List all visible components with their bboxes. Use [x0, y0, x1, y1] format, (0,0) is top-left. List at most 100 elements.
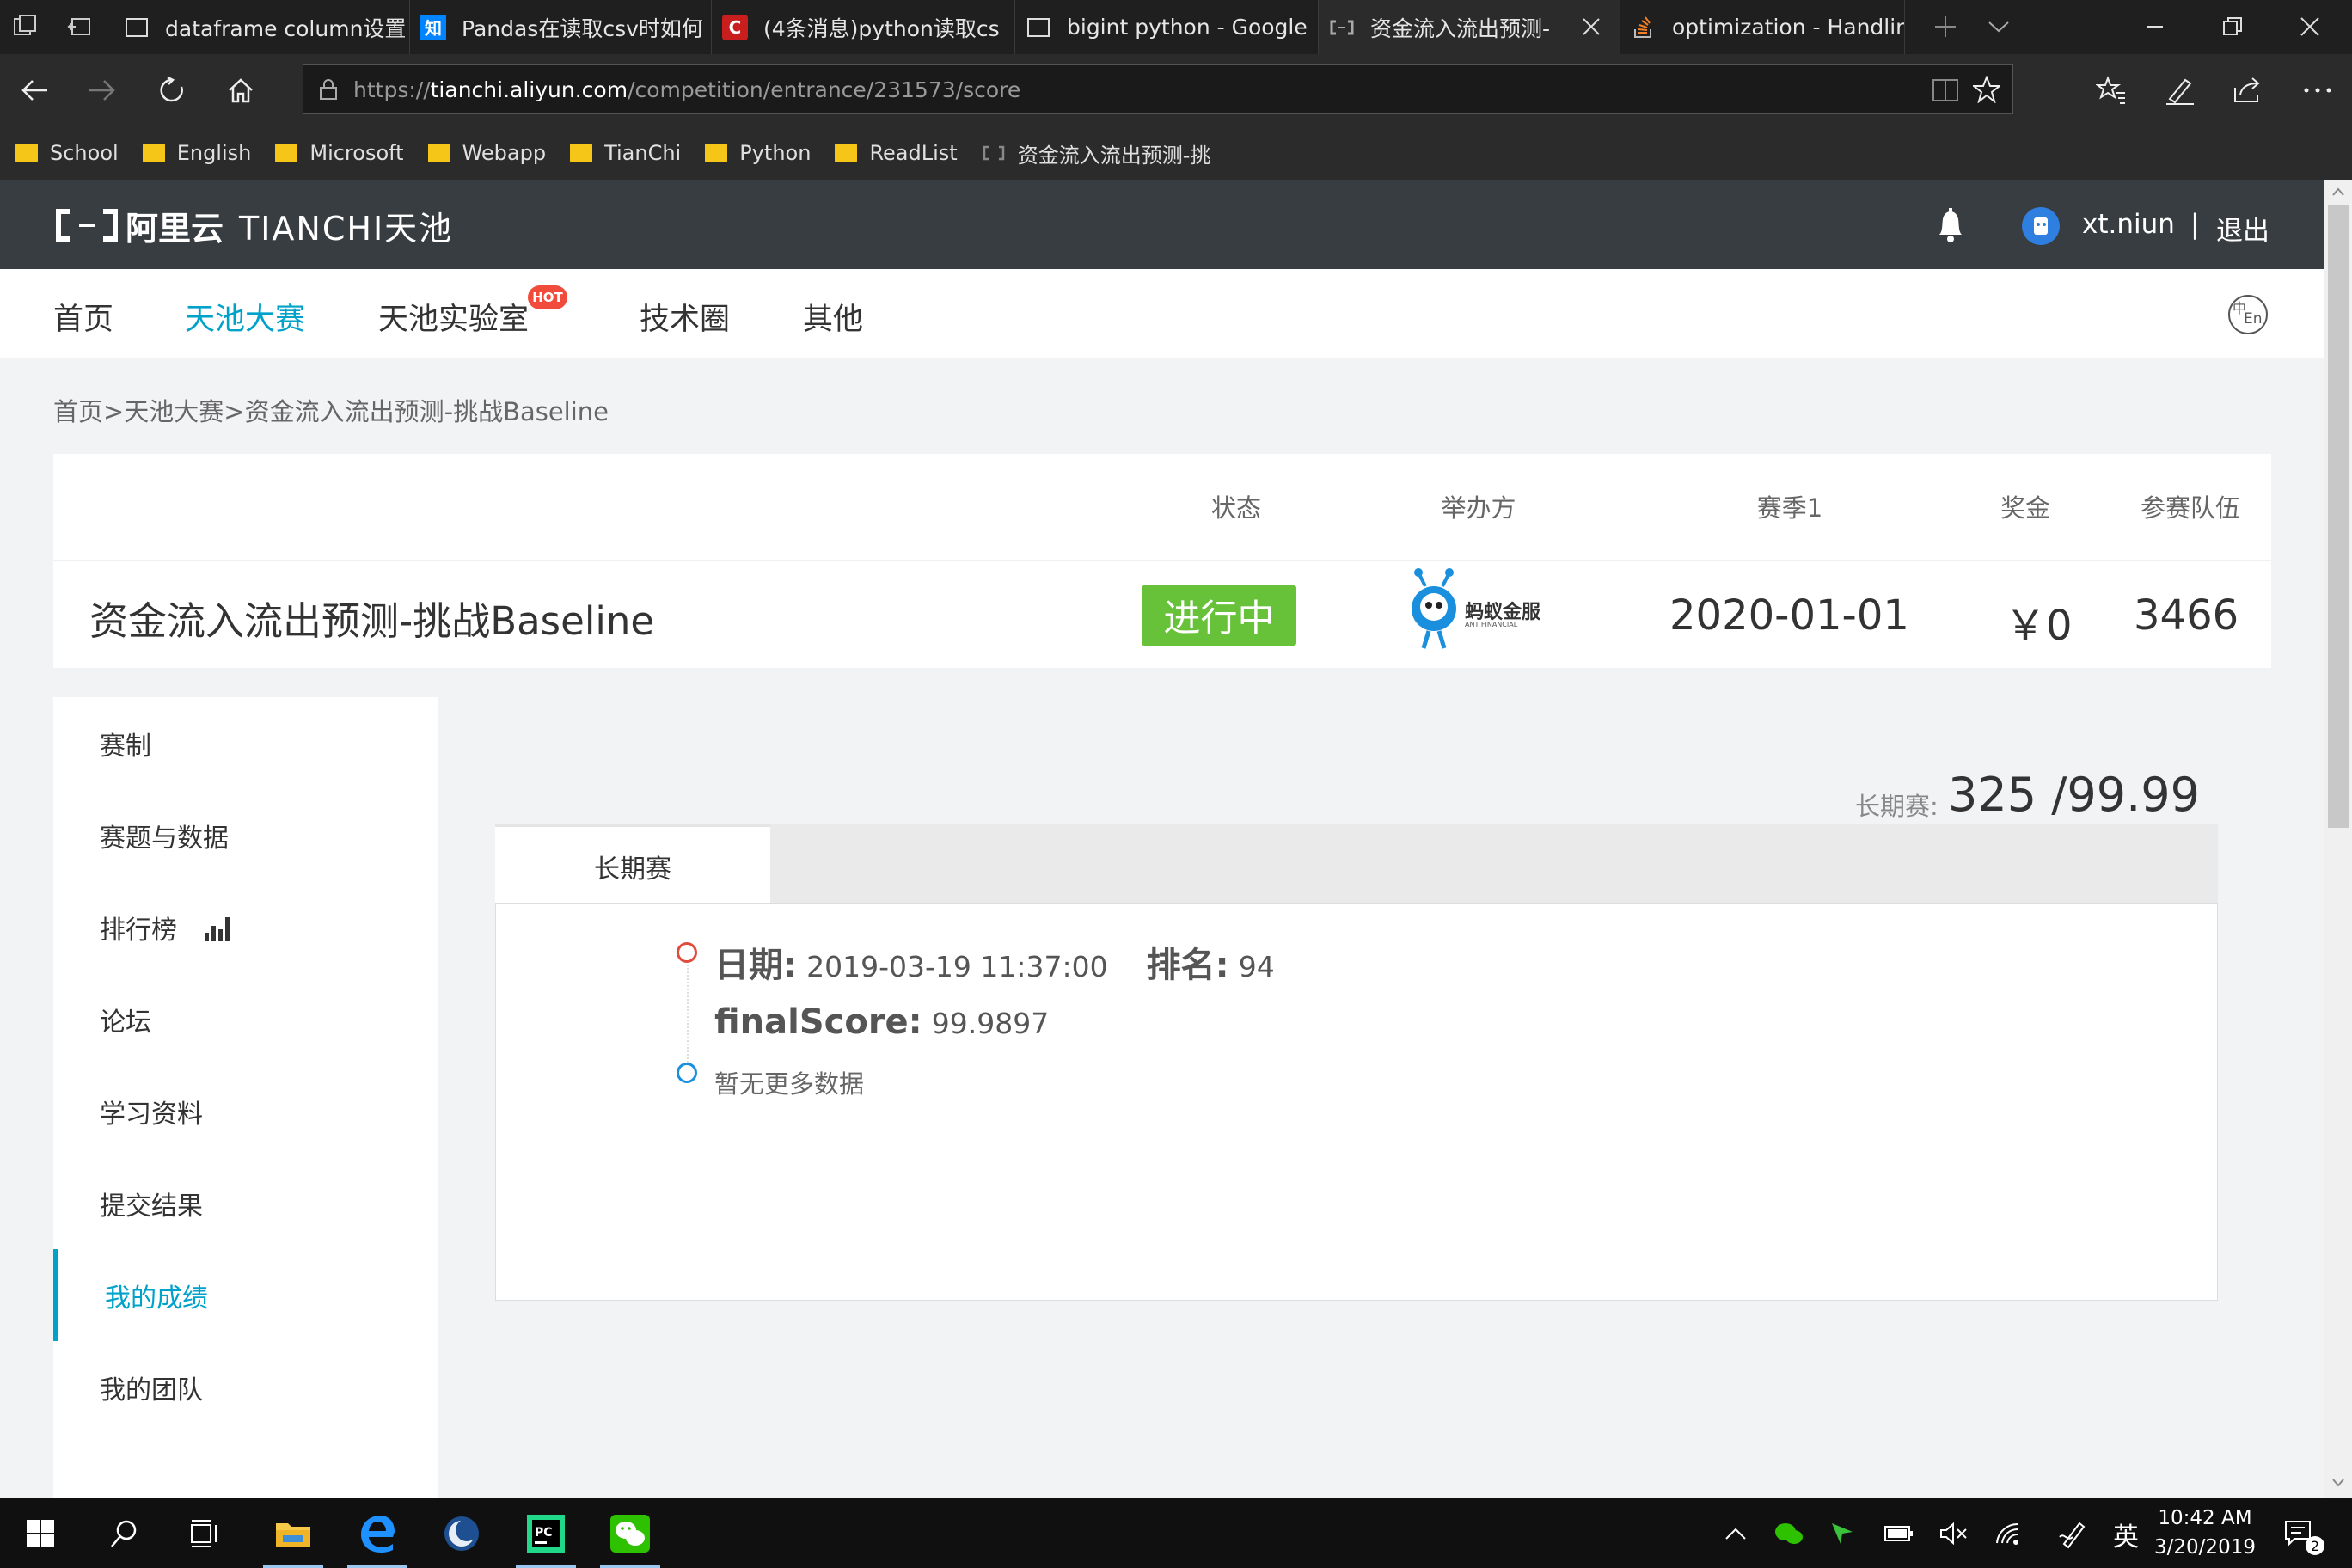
edge-browser-icon[interactable]: [356, 1512, 399, 1555]
tab-long-term[interactable]: 长期赛: [495, 824, 770, 905]
site-nav: 首页 天池大赛 天池实验室 HOT 技术圈 其他 中 En: [0, 269, 2324, 358]
bell-icon[interactable]: [1934, 207, 1967, 245]
nav-other[interactable]: 其他: [803, 295, 863, 339]
speaker-muted-icon[interactable]: [1932, 1512, 1975, 1555]
pen-workspace-icon[interactable]: [2051, 1512, 2094, 1555]
app-moon-icon[interactable]: [440, 1512, 483, 1555]
folder-icon: [570, 144, 593, 162]
home-icon[interactable]: [220, 70, 261, 111]
favorite-folder-microsoft[interactable]: Microsoft: [275, 141, 404, 165]
search-icon[interactable]: [103, 1512, 146, 1555]
battery-icon[interactable]: [1877, 1512, 1920, 1555]
nav-tianchi-lab[interactable]: 天池实验室: [378, 295, 529, 339]
sidebar-item-rules[interactable]: 赛制: [53, 697, 438, 789]
favorite-label: School: [50, 141, 119, 165]
tab-list-chevron-icon[interactable]: [1986, 15, 2012, 38]
more-options-icon[interactable]: [2297, 70, 2338, 111]
windows-start-icon[interactable]: [19, 1512, 62, 1555]
restore-icon[interactable]: [2220, 14, 2245, 40]
browser-tab[interactable]: optimization - Handling: [1620, 0, 1905, 54]
folder-icon: [835, 144, 858, 162]
sidebar-item-data[interactable]: 赛题与数据: [53, 789, 438, 881]
action-center-icon[interactable]: 2: [2278, 1512, 2324, 1555]
close-window-icon[interactable]: [2297, 14, 2323, 40]
timeline-dot-red: [677, 942, 697, 963]
close-tab-icon[interactable]: [1580, 15, 1602, 38]
wechat-tray-icon[interactable]: [1767, 1512, 1810, 1555]
zhihu-icon: 知: [420, 14, 446, 40]
refresh-icon[interactable]: [151, 70, 193, 111]
breadcrumb[interactable]: 首页>天池大赛>资金流入流出预测-挑战Baseline: [53, 392, 609, 428]
favorite-page-link[interactable]: 资金流入流出预测-挑: [982, 138, 1210, 168]
browser-tab[interactable]: bigint python - Google: [1015, 0, 1319, 54]
show-hidden-icons-chevron-icon[interactable]: [1714, 1512, 1757, 1555]
back-arrow-icon[interactable]: [14, 70, 55, 111]
svg-text:PC: PC: [535, 1526, 553, 1540]
competition-title: 资金流入流出预测-挑战Baseline: [89, 598, 655, 644]
score-record: 日期: 2019-03-19 11:37:00 排名: 94: [714, 937, 1275, 987]
sidebar-item-forum[interactable]: 论坛: [53, 973, 438, 1065]
scroll-down-arrow-icon[interactable]: [2331, 1476, 2345, 1490]
ime-indicator[interactable]: 英: [2113, 1516, 2139, 1553]
browser-tab[interactable]: 知 Pandas在读取csv时如何: [410, 0, 712, 54]
task-view-icon[interactable]: [184, 1512, 227, 1555]
folder-icon: [15, 144, 38, 162]
lock-icon: [319, 78, 338, 101]
sidebar-item-my-score[interactable]: 我的成绩: [53, 1249, 438, 1341]
favorites-hub-icon[interactable]: [2091, 70, 2132, 111]
send-tray-icon[interactable]: [1821, 1512, 1864, 1555]
tab-preview-icon[interactable]: [12, 14, 38, 40]
score-summary-value: 325 /99.99: [1948, 768, 2201, 822]
set-aside-tabs-icon[interactable]: [67, 14, 93, 40]
logout-link[interactable]: 退出: [2216, 209, 2269, 248]
favorite-folder-webapp[interactable]: Webapp: [427, 141, 546, 165]
folder-icon: [705, 144, 728, 162]
pycharm-icon[interactable]: PC: [524, 1512, 567, 1555]
address-bar[interactable]: https://tianchi.aliyun.com/competition/e…: [303, 64, 2013, 114]
sidebar-item-my-team[interactable]: 我的团队: [53, 1341, 438, 1433]
aliyun-logo[interactable]: 阿里云 TIANCHI天池: [53, 204, 453, 248]
avatar[interactable]: [2022, 207, 2060, 245]
file-explorer-icon[interactable]: [272, 1512, 315, 1555]
username-link[interactable]: xt.niun: [2082, 209, 2175, 240]
favorite-folder-tianchi[interactable]: TianChi: [570, 141, 681, 165]
date-value: 2019-03-19 11:37:00: [806, 950, 1108, 983]
favorite-folder-english[interactable]: English: [142, 141, 251, 165]
new-tab-icon[interactable]: [1932, 14, 1958, 40]
header-teams: 参赛队伍: [2140, 493, 2240, 523]
nav-tianchi-competitions[interactable]: 天池大赛: [185, 295, 305, 339]
sidebar-item-submit[interactable]: 提交结果: [53, 1157, 438, 1249]
share-icon[interactable]: [2226, 70, 2268, 111]
competition-card: 状态 举办方 赛季1 奖金 参赛队伍 资金流入流出预测-挑战Baseline 进…: [53, 454, 2271, 668]
forward-arrow-icon[interactable]: [82, 70, 123, 111]
favorite-folder-readlist[interactable]: ReadList: [835, 141, 958, 165]
scrollbar-thumb[interactable]: [2328, 205, 2349, 828]
page-scrollbar[interactable]: [2324, 180, 2352, 1498]
sidebar-item-leaderboard[interactable]: 排行榜: [53, 881, 438, 973]
prize-value: ￥0: [2005, 602, 2073, 650]
wifi-icon[interactable]: [1988, 1512, 2030, 1555]
favorite-folder-python[interactable]: Python: [705, 141, 811, 165]
clock[interactable]: 10:42 AM 3/20/2019: [2149, 1504, 2261, 1562]
sidebar-item-label: 我的成绩: [105, 1283, 208, 1314]
address-toolbar: https://tianchi.aliyun.com/competition/e…: [0, 54, 2352, 126]
language-switch-icon[interactable]: 中 En: [2228, 295, 2268, 334]
brand-cn: 阿里云: [126, 209, 224, 248]
sidebar-item-learning[interactable]: 学习资料: [53, 1065, 438, 1157]
nav-tech-circle[interactable]: 技术圈: [640, 295, 730, 339]
minimize-icon[interactable]: [2142, 14, 2168, 40]
reading-view-icon[interactable]: [1932, 77, 1959, 108]
url-host: tianchi.aliyun.com: [430, 77, 628, 102]
scroll-up-arrow-icon[interactable]: [2331, 185, 2345, 199]
favorite-label: TianChi: [604, 141, 682, 165]
browser-tab-active[interactable]: 资金流入流出预测-: [1319, 0, 1620, 54]
browser-tab[interactable]: C (4条消息)python读取cs: [712, 0, 1015, 54]
sidebar-item-label: 论坛: [100, 1007, 151, 1038]
wechat-icon[interactable]: [609, 1512, 652, 1555]
favorite-star-icon[interactable]: [1971, 75, 2002, 108]
browser-tab[interactable]: dataframe column设置: [113, 0, 410, 54]
nav-home[interactable]: 首页: [53, 295, 113, 339]
favorite-folder-school[interactable]: School: [15, 141, 119, 165]
pen-notes-icon[interactable]: [2159, 70, 2201, 111]
tab-label: 长期赛: [594, 854, 671, 885]
